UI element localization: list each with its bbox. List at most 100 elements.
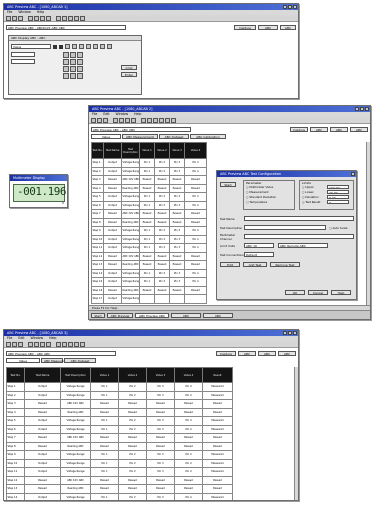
- close-icon[interactable]: [293, 331, 297, 335]
- stop-icon[interactable]: [147, 117, 152, 123]
- column-header[interactable]: Test Name: [103, 142, 122, 159]
- multimeter-titlebar[interactable]: Multimeter Display: [10, 175, 67, 181]
- taskbar-item[interactable]: ABC: [171, 312, 201, 318]
- test-result-value[interactable]: 0: [327, 200, 349, 204]
- table-row[interactable]: Step 15 Output Voltage Range Pin 1 Pin 2 Pin …: [91, 277, 207, 287]
- add-test-button[interactable]: Add Test: [243, 262, 267, 267]
- keypad-key[interactable]: [70, 66, 76, 72]
- panel-command-button[interactable]: Cmd: [121, 65, 137, 70]
- keypad-key[interactable]: [77, 59, 83, 65]
- key-icon[interactable]: [86, 44, 91, 49]
- close-icon[interactable]: [365, 107, 369, 111]
- menu-file[interactable]: File: [7, 10, 12, 15]
- menu-window[interactable]: Window: [31, 336, 44, 341]
- save-icon[interactable]: [103, 117, 108, 123]
- copy-icon[interactable]: [119, 117, 124, 123]
- option-test-result[interactable]: ○ Test Result: [302, 200, 324, 205]
- menu-help[interactable]: Help: [134, 112, 141, 117]
- tab-measurement[interactable]: ABC Measurement: [41, 358, 72, 363]
- column-header[interactable]: Test Description: [121, 142, 140, 159]
- key-icon[interactable]: [79, 44, 84, 49]
- keypad-key[interactable]: [77, 66, 83, 72]
- tab-measurement[interactable]: ABC Measurement: [122, 134, 158, 139]
- keypad-key[interactable]: [77, 73, 83, 79]
- step-icon[interactable]: [68, 15, 73, 21]
- stop-icon[interactable]: [62, 341, 67, 347]
- key-icon[interactable]: [93, 44, 98, 49]
- table-row[interactable]: Step 13 Passed Reading ABC Passed Passed Pass…: [91, 260, 207, 270]
- menu-window[interactable]: Window: [18, 10, 31, 15]
- table-row[interactable]: Step 11 Output Voltage Range Pin 1 Pin 2 Pin …: [6, 467, 233, 477]
- open-icon[interactable]: [12, 341, 17, 347]
- table-row[interactable]: Step 14 Output Voltage Range Pin 1 Pin 2 Pin …: [6, 492, 233, 500]
- keypad-enter-button[interactable]: Enter: [121, 72, 137, 77]
- table-row[interactable]: Step 5 Output Voltage Range Pin 1 Pin 2 Pin 3…: [6, 416, 233, 426]
- cancel-button[interactable]: Cancel: [308, 290, 328, 295]
- table-row[interactable]: Step 6 Output Voltage Range Pin 1 Pin 2 Pin 3…: [6, 424, 233, 434]
- close-button[interactable]: ABC: [350, 127, 368, 132]
- option-button[interactable]: ABC: [238, 351, 256, 356]
- menu-edit[interactable]: Edit: [103, 112, 109, 117]
- option-button[interactable]: ABC: [310, 127, 328, 132]
- table-row[interactable]: Step 2 Output Voltage Range Pin 1 Pin 2 Pin 3…: [6, 390, 233, 400]
- table-row[interactable]: Step 13 Passed Reading ABC Passed Passed Pass…: [6, 484, 233, 494]
- preview-combo[interactable]: ABC Preview ABC - ABC ABC: [6, 351, 116, 356]
- lower-value[interactable]: 20.00: [327, 190, 349, 194]
- stop-icon[interactable]: [62, 15, 67, 21]
- tab-value[interactable]: Value: [91, 134, 121, 139]
- table-row[interactable]: Step 8 Passed Reading ABC Passed Passed Passe…: [91, 217, 207, 227]
- keypad-key[interactable]: [70, 73, 76, 79]
- column-header[interactable]: Test No.: [6, 367, 25, 383]
- open-icon[interactable]: [12, 15, 17, 21]
- column-header[interactable]: Value 2: [118, 367, 147, 383]
- chart-icon[interactable]: [74, 341, 79, 347]
- deviation-value[interactable]: 0.00: [327, 195, 349, 199]
- cut-icon[interactable]: [28, 341, 33, 347]
- table-row[interactable]: Step 3 Passed ABC 10V ABC Passed Passed Passe…: [91, 175, 207, 185]
- maximize-icon[interactable]: [288, 331, 292, 335]
- window-middle-titlebar[interactable]: ABC Preview ABC - [1080_ABCAB 2]: [89, 106, 370, 112]
- taskbar-item[interactable]: ABC: [203, 312, 233, 318]
- save-icon[interactable]: [18, 341, 23, 347]
- window-top-titlebar[interactable]: ABC Preview ABC - [1080_ABCAB 1]: [4, 4, 298, 10]
- key-icon[interactable]: [100, 44, 105, 49]
- minimize-icon[interactable]: [283, 5, 287, 9]
- cut-icon[interactable]: [28, 15, 33, 21]
- panel-value-field[interactable]: Value: [11, 44, 51, 49]
- help-icon[interactable]: [80, 341, 85, 347]
- keypad-key[interactable]: [63, 73, 69, 79]
- taskbar-item[interactable]: ABC Preview: [107, 312, 133, 318]
- copy-icon[interactable]: [34, 15, 39, 21]
- keypad-key[interactable]: [77, 52, 83, 58]
- panel-field-3[interactable]: [11, 59, 35, 64]
- dialog-titlebar[interactable]: ABC Preview ABC Test Configuration: [217, 171, 356, 177]
- window-bottom-titlebar[interactable]: ABC Preview ABC - [1080_ABCAB 3]: [4, 330, 298, 336]
- keypad-key[interactable]: [63, 66, 69, 72]
- ok-button[interactable]: OK: [285, 290, 305, 295]
- start-menu-button[interactable]: Start: [91, 312, 105, 318]
- paste-icon[interactable]: [125, 117, 130, 123]
- vertical-scrollbar[interactable]: [366, 142, 370, 305]
- keypad-key[interactable]: [70, 59, 76, 65]
- table-row[interactable]: Step 7 Passed ABC 10V ABC Passed Passed Passe…: [6, 433, 233, 443]
- table-row[interactable]: Step 12 Passed ABC 10V ABC Passed Passed Pass…: [6, 475, 233, 485]
- close-icon[interactable]: [351, 172, 355, 176]
- edit-button[interactable]: Edit: [220, 262, 240, 267]
- run-icon[interactable]: [56, 341, 61, 347]
- table-row[interactable]: Step 8 Passed Reading ABC Passed Passed Passe…: [6, 441, 233, 451]
- select-icon[interactable]: [59, 44, 63, 49]
- key-icon[interactable]: [72, 44, 77, 49]
- table-row[interactable]: Step 16 Passed Reading ABC Passed Passed Pass…: [91, 285, 207, 295]
- start-button[interactable]: Start: [220, 182, 236, 187]
- column-header[interactable]: Value 3: [169, 142, 185, 159]
- upper-value[interactable]: 100.00: [327, 185, 349, 189]
- new-icon[interactable]: [91, 117, 96, 123]
- new-icon[interactable]: [6, 341, 11, 347]
- vertical-scrollbar[interactable]: [294, 367, 298, 500]
- key-icon[interactable]: [107, 44, 112, 49]
- print-icon[interactable]: [131, 117, 136, 123]
- panel-field-2[interactable]: [11, 52, 35, 57]
- table-row[interactable]: Step 9 Output Voltage Range Pin 1 Pin 2 Pin 3…: [6, 450, 233, 460]
- close-button[interactable]: ABC: [278, 351, 296, 356]
- preview-combo[interactable]: ABC Preview ABC - ABC ABC: [91, 127, 191, 132]
